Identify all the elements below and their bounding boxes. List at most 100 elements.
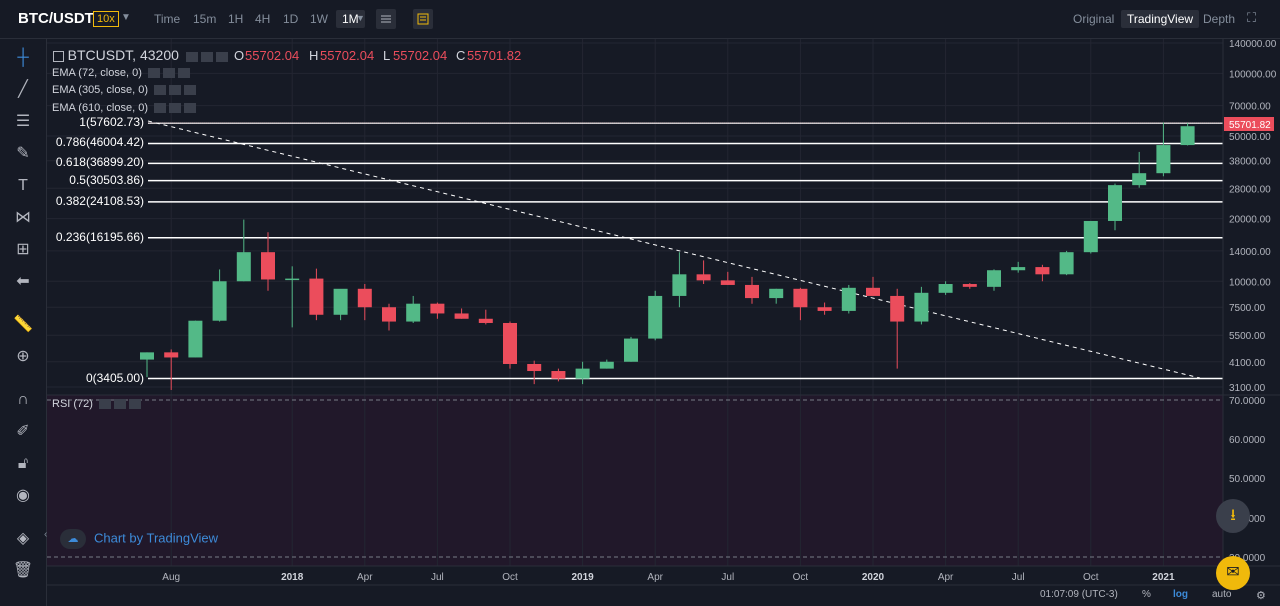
eye-icon[interactable] xyxy=(154,103,167,114)
candle-body xyxy=(285,278,300,281)
x-tick-label: Aug xyxy=(162,572,180,583)
x-tick-label: Oct xyxy=(502,572,518,583)
candle-body xyxy=(599,361,614,369)
ema-305-legend: EMA (305, close, 0) xyxy=(52,84,197,96)
rsi-tick-label: 50.0000 xyxy=(1229,474,1266,485)
candle-body xyxy=(769,288,784,299)
candle-body xyxy=(188,320,203,358)
candle-body xyxy=(382,307,396,322)
y-tick-label: 28000.00 xyxy=(1229,184,1271,195)
rsi-label: RSI (72) xyxy=(52,398,93,410)
candle-body xyxy=(309,278,324,315)
close-icon[interactable] xyxy=(215,51,228,62)
candle-body xyxy=(938,284,953,293)
close-label: C xyxy=(456,48,466,63)
gear-icon[interactable] xyxy=(169,85,182,96)
chevron-left-icon[interactable]: ‹ xyxy=(44,529,47,540)
close-icon[interactable] xyxy=(177,68,190,79)
close-icon[interactable] xyxy=(184,103,197,114)
last-price-tag: 55701.82 xyxy=(1229,120,1271,131)
gear-icon[interactable] xyxy=(169,103,182,114)
candle-body xyxy=(503,322,517,364)
rsi-legend: RSI (72) xyxy=(52,398,142,410)
gear-icon[interactable]: ⚙ xyxy=(1256,589,1266,602)
cloud-icon: ☁ xyxy=(60,529,86,549)
candle-body xyxy=(890,295,905,322)
rsi-tick-label: 60.0000 xyxy=(1229,435,1266,446)
ema-72-legend: EMA (72, close, 0) xyxy=(52,67,190,79)
price-axis[interactable]: 140000.00 100000.00 70000.00 50000.00 38000.… xyxy=(1229,39,1277,394)
candle-body xyxy=(575,368,590,379)
candle-body xyxy=(527,363,542,372)
candle-body xyxy=(236,252,251,282)
close-icon[interactable] xyxy=(129,399,142,410)
eye-icon[interactable] xyxy=(99,399,112,410)
candle-body xyxy=(1108,185,1122,221)
candle-body xyxy=(841,287,856,311)
candle-body xyxy=(1035,267,1050,275)
fib-label: 0.5(30503.86) xyxy=(69,172,144,187)
fib-label: 0.618(36899.20) xyxy=(55,155,144,170)
open-value: 55702.04 xyxy=(245,48,300,63)
fib-label: 0(3405.00) xyxy=(85,370,144,385)
candle-body xyxy=(406,303,421,322)
candle-body xyxy=(793,288,808,308)
x-tick-label: Jul xyxy=(431,572,444,583)
rsi-axis: 70.000060.000050.000040.000030.0000 xyxy=(1229,396,1266,564)
x-tick-label: Apr xyxy=(647,572,663,583)
candle-body xyxy=(914,292,929,322)
log-toggle[interactable]: log xyxy=(1173,589,1188,600)
rsi-pane xyxy=(47,395,1223,566)
candle-body xyxy=(1156,145,1171,174)
gear-icon[interactable] xyxy=(114,399,127,410)
gear-icon[interactable] xyxy=(162,68,175,79)
candle-body xyxy=(212,281,227,321)
y-tick-label: 38000.00 xyxy=(1229,157,1271,168)
x-tick-label: Apr xyxy=(938,572,954,583)
clock: 01:07:09 (UTC-3) xyxy=(1040,589,1118,600)
close-icon[interactable] xyxy=(184,85,197,96)
candle-body xyxy=(430,303,445,314)
high-value: 55702.04 xyxy=(320,48,375,63)
y-tick-label: 5500.00 xyxy=(1229,331,1266,342)
candle-body xyxy=(140,352,154,360)
y-tick-label: 50000.00 xyxy=(1229,132,1271,143)
y-tick-label: 10000.00 xyxy=(1229,277,1271,288)
candle-body xyxy=(962,284,977,287)
candle-body xyxy=(551,371,566,379)
candle-body xyxy=(672,274,687,296)
x-tick-label: Oct xyxy=(793,572,809,583)
candle-body xyxy=(1011,267,1026,271)
x-tick-label: Oct xyxy=(1083,572,1099,583)
candle-body xyxy=(454,313,469,319)
x-tick-label: 2021 xyxy=(1152,572,1175,583)
candle-body xyxy=(987,270,1001,287)
chat-icon[interactable]: ✉ xyxy=(1216,556,1250,590)
candle-body xyxy=(817,307,832,311)
eye-icon[interactable] xyxy=(147,68,160,79)
y-tick-label: 7500.00 xyxy=(1229,303,1266,314)
auto-toggle[interactable]: auto xyxy=(1212,589,1231,600)
close-value: 55701.82 xyxy=(467,48,522,63)
fib-label: 0.786(46004.42) xyxy=(55,135,144,150)
candle-body xyxy=(720,280,735,285)
percent-toggle[interactable]: % xyxy=(1142,589,1151,600)
eye-icon[interactable] xyxy=(154,85,167,96)
ema-610-legend: EMA (610, close, 0) xyxy=(52,102,197,114)
gear-icon[interactable] xyxy=(200,51,213,62)
candle-body xyxy=(1132,173,1147,186)
open-label: O xyxy=(234,48,245,63)
x-tick-label: Jul xyxy=(1012,572,1025,583)
ema-72-label: EMA (72, close, 0) xyxy=(52,67,142,79)
download-icon[interactable]: ⭳ xyxy=(1216,499,1250,533)
watermark[interactable]: ☁ Chart by TradingView xyxy=(60,529,218,549)
candle-body xyxy=(624,338,638,362)
y-tick-label: 14000.00 xyxy=(1229,247,1271,258)
y-tick-label: 20000.00 xyxy=(1229,215,1271,226)
candle-body xyxy=(866,287,880,296)
legend-symbol: BTCUSDT, 43200 xyxy=(67,47,179,63)
eye-icon[interactable] xyxy=(185,51,198,62)
collapse-icon[interactable] xyxy=(53,51,64,63)
x-tick-label: 2019 xyxy=(571,572,594,583)
time-axis[interactable]: Aug 2018 Apr Jul Oct 2019 Apr Jul Oct 2020 Apr Jul O… xyxy=(162,572,1175,583)
